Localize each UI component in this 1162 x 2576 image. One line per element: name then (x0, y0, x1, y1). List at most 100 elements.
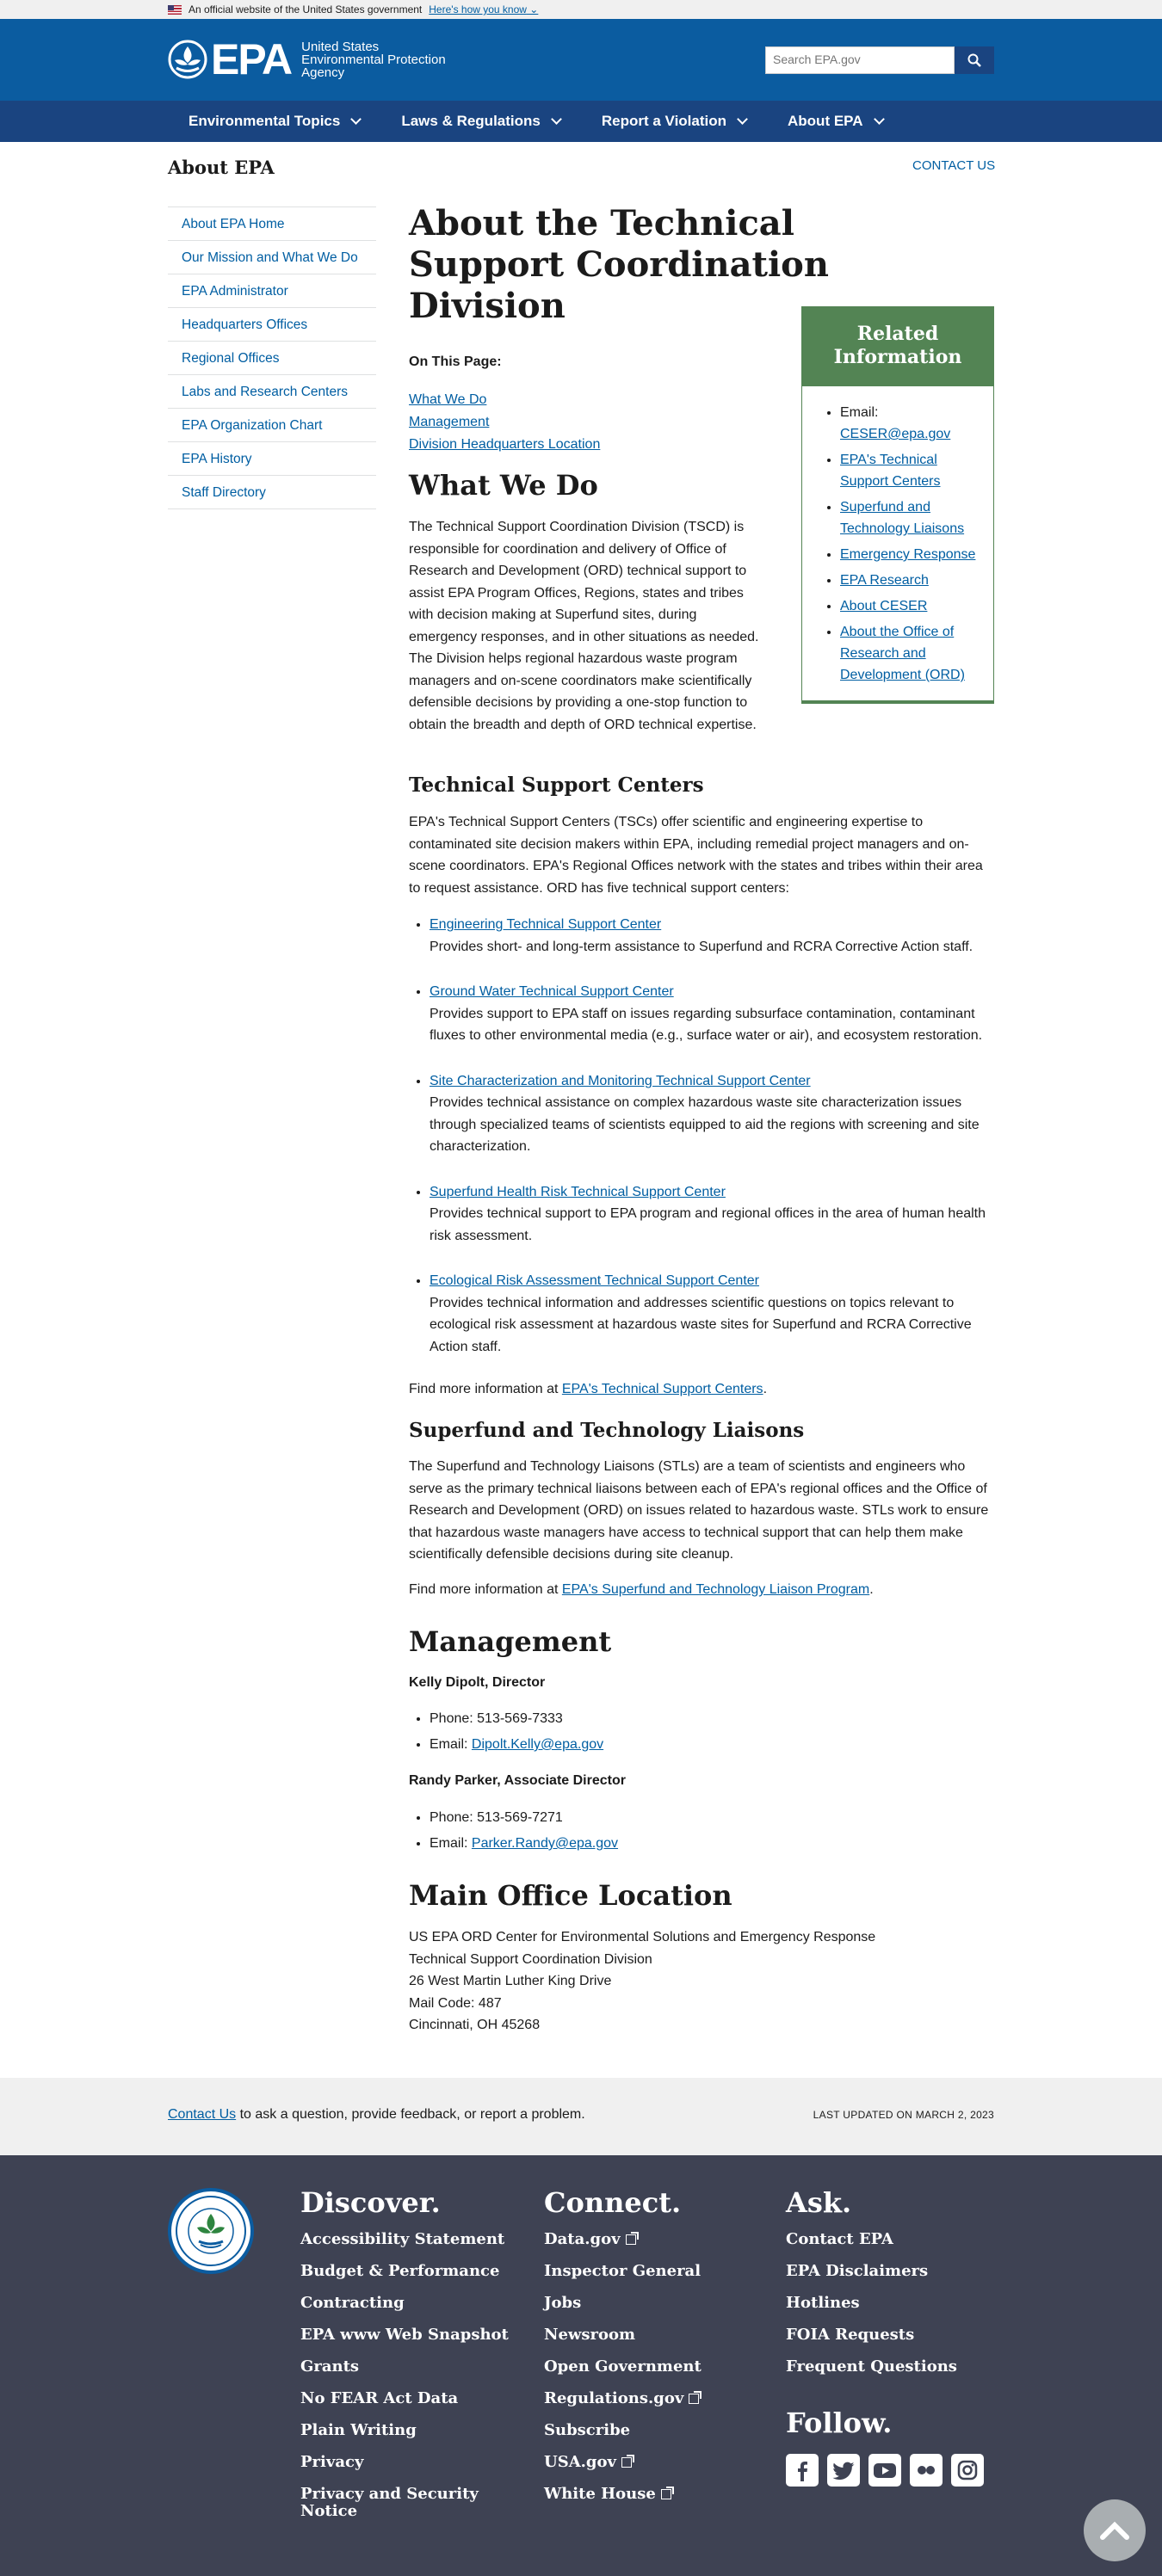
footer-link[interactable]: Privacy and Security Notice (300, 2486, 481, 2520)
nav-laws-regulations[interactable]: Laws & Regulations (380, 101, 581, 142)
what-we-do-text: The Technical Support Coordination Divis… (409, 520, 759, 732)
chevron-down-icon (737, 114, 748, 125)
office-heading: Main Office Location (409, 1879, 732, 1912)
footer-link[interactable]: Regulations.gov (544, 2390, 702, 2407)
flickr-icon[interactable] (910, 2454, 943, 2487)
tsc-link-site-characterization[interactable]: Site Characterization and Monitoring Tec… (430, 1074, 811, 1088)
list-item: Site Characterization and Monitoring Tec… (430, 1070, 994, 1158)
epa-logo-text: EPA (211, 35, 293, 83)
related-heading: Related Information (802, 307, 993, 386)
footer-link[interactable]: Frequent Questions (786, 2358, 957, 2376)
tsc-intro: EPA's Technical Support Centers (TSCs) o… (409, 815, 983, 896)
sidebar-item-about-epa-home[interactable]: About EPA Home (168, 207, 376, 241)
twitter-icon[interactable] (827, 2454, 860, 2487)
section-title: About EPA (168, 157, 275, 178)
director-email: Email: Dipolt.Kelly@epa.gov (430, 1732, 603, 1758)
director-email-link[interactable]: Dipolt.Kelly@epa.gov (472, 1737, 603, 1752)
chevron-down-icon (550, 114, 562, 125)
site-header: EPA United States Environmental Protecti… (0, 19, 1162, 101)
tsc-link-health-risk[interactable]: Superfund Health Risk Technical Support … (430, 1185, 726, 1199)
nav-report-violation[interactable]: Report a Violation (581, 101, 767, 142)
sidebar-item-regional-offices[interactable]: Regional Offices (168, 342, 376, 375)
director-phone: Phone: 513-569-7333 (430, 1706, 603, 1732)
associate-director-email-link[interactable]: Parker.Randy@epa.gov (472, 1836, 618, 1851)
tsc-link-engineering[interactable]: Engineering Technical Support Center (430, 917, 661, 932)
footer-link[interactable]: FOIA Requests (786, 2326, 957, 2344)
sidebar-item-org-chart[interactable]: EPA Organization Chart (168, 409, 376, 442)
footer-link[interactable]: Hotlines (786, 2295, 957, 2312)
stl-more-link[interactable]: EPA's Superfund and Technology Liaison P… (562, 1582, 869, 1597)
footer-link[interactable]: Grants (300, 2358, 509, 2376)
last-updated: LAST UPDATED ON MARCH 2, 2023 (813, 2109, 994, 2121)
related-email-link[interactable]: CESER@epa.gov (840, 427, 950, 441)
what-we-do-heading: What We Do (409, 469, 598, 502)
list-item: Superfund Health Risk Technical Support … (430, 1181, 994, 1248)
related-link-stl[interactable]: Superfund and Technology Liaisons (840, 500, 964, 536)
footer-link[interactable]: Data.gov (544, 2231, 702, 2248)
tsc-link-ecological-risk[interactable]: Ecological Risk Assessment Technical Sup… (430, 1273, 759, 1288)
sidebar-item-administrator[interactable]: EPA Administrator (168, 274, 376, 308)
back-to-top-button[interactable] (1084, 2499, 1146, 2561)
related-link-ord[interactable]: About the Office of Research and Develop… (840, 625, 965, 682)
sidebar-item-hq-offices[interactable]: Headquarters Offices (168, 308, 376, 342)
tsc-link-groundwater[interactable]: Ground Water Technical Support Center (430, 984, 674, 999)
gov-banner: An official website of the United States… (0, 0, 1162, 19)
tsc-more-link[interactable]: EPA's Technical Support Centers (562, 1382, 763, 1396)
nav-environmental-topics[interactable]: Environmental Topics (168, 101, 380, 142)
epa-seal-icon (168, 2188, 254, 2274)
footer-link[interactable]: USA.gov (544, 2454, 702, 2471)
external-link-icon (625, 2232, 639, 2245)
instagram-icon[interactable] (951, 2454, 984, 2487)
sidebar-item-history[interactable]: EPA History (168, 442, 376, 476)
external-link-icon (689, 2391, 702, 2404)
search-button[interactable] (955, 46, 994, 74)
footer-link[interactable]: No FEAR Act Data (300, 2390, 509, 2407)
footer-link[interactable]: Budget & Performance (300, 2263, 509, 2280)
related-link-research[interactable]: EPA Research (840, 573, 929, 588)
facebook-icon[interactable] (786, 2454, 819, 2487)
stl-text: The Superfund and Technology Liaisons (S… (409, 1459, 989, 1562)
footer-contact-bar: Contact Us to ask a question, provide fe… (0, 2078, 1162, 2155)
management-heading: Management (409, 1625, 612, 1658)
footer-discover-heading: Discover. (300, 2186, 441, 2219)
epa-logo[interactable]: EPA United States Environmental Protecti… (168, 35, 452, 83)
footer-link[interactable]: EPA Disclaimers (786, 2263, 957, 2280)
related-link-tsc[interactable]: EPA's Technical Support Centers (840, 453, 941, 489)
footer-link[interactable]: EPA www Web Snapshot (300, 2326, 509, 2344)
heres-how-link[interactable]: Here's how you know ⌄ (429, 3, 538, 15)
gov-banner-text: An official website of the United States… (189, 3, 423, 15)
footer-link[interactable]: Open Government (544, 2358, 702, 2376)
associate-director-name: Randy Parker, Associate Director (409, 1773, 626, 1788)
stl-heading: Superfund and Technology Liaisons (409, 1419, 805, 1442)
sidebar-item-labs[interactable]: Labs and Research Centers (168, 375, 376, 409)
footer-link[interactable]: Contracting (300, 2295, 509, 2312)
related-link-ceser[interactable]: About CESER (840, 599, 927, 613)
footer-link[interactable]: White House (544, 2486, 702, 2503)
associate-director-phone: Phone: 513-569-7271 (430, 1805, 618, 1831)
contact-us-link[interactable]: CONTACT US (912, 158, 995, 173)
nav-about-epa[interactable]: About EPA (767, 101, 904, 142)
footer-link[interactable]: Inspector General (544, 2263, 702, 2280)
youtube-icon[interactable] (868, 2454, 901, 2487)
footer-link[interactable]: Newsroom (544, 2326, 702, 2344)
footer-ask: Ask. Contact EPA EPA Disclaimers Hotline… (786, 2186, 957, 2390)
list-item: Engineering Technical Support CenterProv… (430, 914, 994, 958)
footer-link[interactable]: Jobs (544, 2295, 702, 2312)
search-input[interactable]: Search EPA.gov (765, 46, 955, 74)
site-footer: Discover. Accessibility Statement Budget… (0, 2155, 1162, 2576)
related-email: Email: CESER@epa.gov (840, 402, 981, 445)
footer-contact-link[interactable]: Contact Us (168, 2107, 236, 2122)
external-link-icon (621, 2455, 634, 2468)
chevron-up-icon (1100, 2521, 1129, 2540)
list-item: Ground Water Technical Support CenterPro… (430, 981, 994, 1047)
footer-link[interactable]: Contact EPA (786, 2231, 957, 2248)
sidebar-item-staff-directory[interactable]: Staff Directory (168, 476, 376, 509)
related-link-emergency[interactable]: Emergency Response (840, 547, 975, 562)
footer-link[interactable]: Privacy (300, 2454, 509, 2471)
chevron-down-icon (873, 114, 885, 125)
sidebar-item-mission[interactable]: Our Mission and What We Do (168, 241, 376, 274)
footer-link[interactable]: Subscribe (544, 2422, 702, 2439)
stl-more-info: Find more information at EPA's Superfund… (409, 1582, 874, 1597)
footer-link[interactable]: Plain Writing (300, 2422, 509, 2439)
footer-link[interactable]: Accessibility Statement (300, 2231, 509, 2248)
